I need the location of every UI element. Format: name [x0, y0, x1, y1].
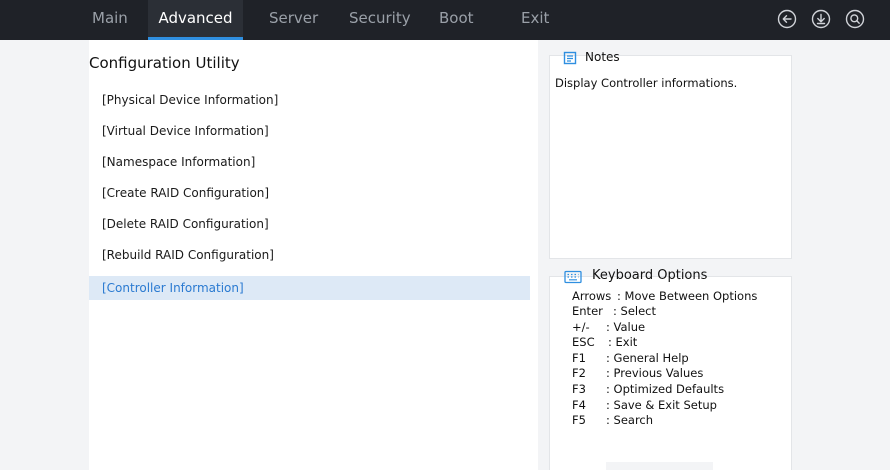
kbd-key: F1 [572, 351, 586, 365]
menu-item-virtual-device[interactable]: [Virtual Device Information] [89, 119, 530, 143]
menu-item-rebuild-raid[interactable]: [Rebuild RAID Configuration] [89, 243, 530, 267]
kbd-desc: : Search [606, 413, 654, 427]
menu-item-namespace[interactable]: [Namespace Information] [89, 150, 530, 174]
download-icon[interactable] [811, 9, 831, 29]
kbd-key: F2 [572, 366, 586, 380]
tab-server[interactable]: Server [269, 0, 318, 40]
kbd-desc: : Select [613, 304, 657, 318]
menu-item-physical-device[interactable]: [Physical Device Information] [89, 88, 530, 112]
kbd-desc: : Move Between Options [617, 289, 758, 303]
kbd-key: F5 [572, 413, 586, 427]
kbd-key: +/- [572, 320, 590, 334]
kbd-option-f3: F3 : Optimized Defaults [572, 382, 724, 397]
kbd-desc: : General Help [606, 351, 689, 365]
menu-item-controller-info[interactable]: [Controller Information] [89, 276, 530, 300]
kbd-option-f4: F4 : Save & Exit Setup [572, 398, 717, 413]
kbd-desc: : Value [606, 320, 646, 334]
kbd-key: Arrows [572, 289, 612, 303]
keyboard-icon [564, 270, 582, 284]
menu-item-delete-raid[interactable]: [Delete RAID Configuration] [89, 212, 530, 236]
notes-text: Display Controller informations. [555, 76, 738, 90]
kbd-option-arrows: Arrows : Move Between Options [572, 289, 757, 304]
kbd-key: ESC [572, 335, 595, 349]
kbd-option-f1: F1 : General Help [572, 351, 689, 366]
kbd-key: F3 [572, 382, 586, 396]
kbd-desc: : Optimized Defaults [606, 382, 725, 396]
tab-exit[interactable]: Exit [521, 0, 549, 40]
search-icon[interactable] [845, 9, 865, 29]
menu-item-create-raid[interactable]: [Create RAID Configuration] [89, 181, 530, 205]
back-arrow-icon[interactable] [777, 9, 797, 29]
tab-boot[interactable]: Boot [439, 0, 474, 40]
kbd-key: Enter [572, 304, 603, 318]
kbd-option-f2: F2 : Previous Values [572, 366, 703, 381]
tab-advanced[interactable]: Advanced [148, 0, 243, 40]
notes-icon [563, 51, 577, 65]
kbd-key: F4 [572, 398, 586, 412]
page-title: Configuration Utility [89, 54, 240, 72]
kbd-option-esc: ESC : Exit [572, 335, 637, 350]
kbd-option-f5: F5 : Search [572, 413, 653, 428]
kbd-desc: : Save & Exit Setup [606, 398, 717, 412]
keyboard-options-title: Keyboard Options [592, 268, 708, 283]
tab-main[interactable]: Main [92, 0, 128, 40]
kbd-desc: : Exit [608, 335, 638, 349]
tab-security[interactable]: Security [349, 0, 411, 40]
kbd-option-enter: Enter : Select [572, 304, 656, 319]
kbd-option-value: +/- : Value [572, 320, 645, 335]
notes-title: Notes [585, 50, 620, 64]
kbd-desc: : Previous Values [606, 366, 704, 380]
bottom-edge-tab [606, 462, 713, 470]
